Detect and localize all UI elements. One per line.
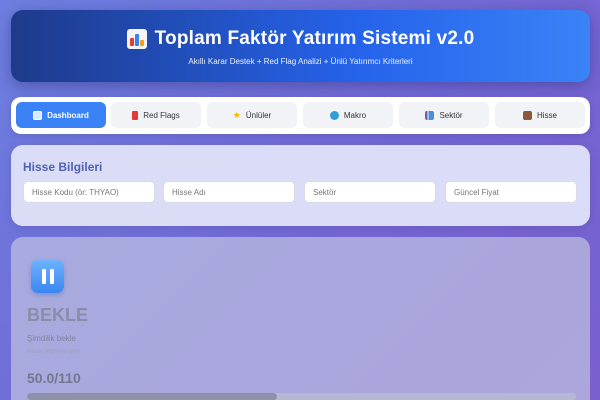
score-value: 50.0/110 — [27, 370, 81, 386]
stock-info-title: Hisse Bilgileri — [23, 160, 103, 174]
app-subtitle: Akıllı Karar Destek + Red Flag Analizi +… — [188, 57, 413, 66]
pause-icon — [31, 260, 64, 293]
tab-dashboard[interactable]: Dashboard — [16, 102, 106, 128]
app-header: Toplam Faktör Yatırım Sistemi v2.0 Akıll… — [11, 10, 590, 82]
tab-label: Ünlüler — [245, 110, 272, 120]
stock-info-panel: Hisse Bilgileri — [11, 145, 590, 226]
stock-code-input[interactable] — [23, 181, 155, 203]
tab-label: Makro — [343, 110, 367, 120]
tab-label: Sektör — [439, 110, 463, 120]
tab-bar: Dashboard Red Flags ★ Ünlüler Makro Sekt… — [11, 97, 590, 134]
decision-hint: Hisse bilgilerini girin — [27, 349, 81, 355]
dashboard-icon — [33, 110, 43, 120]
bar-chart-icon — [126, 29, 147, 49]
decision-card: BEKLE Şimdilik bekle Hisse bilgilerini g… — [11, 237, 590, 400]
tab-makro[interactable]: Makro — [303, 102, 393, 128]
score-progress-bar — [27, 393, 576, 400]
current-price-input[interactable] — [445, 181, 577, 203]
star-icon: ★ — [232, 109, 241, 120]
sector-input[interactable] — [304, 181, 436, 203]
stock-name-input[interactable] — [163, 181, 295, 203]
tab-label: Red Flags — [143, 110, 180, 120]
decision-note: Şimdilik bekle — [27, 334, 76, 343]
score-progress-fill — [27, 393, 277, 400]
app-title: Toplam Faktör Yatırım Sistemi v2.0 — [11, 28, 590, 50]
tab-sektor[interactable]: Sektör — [399, 102, 489, 128]
tab-label: Dashboard — [47, 110, 89, 120]
sector-chart-icon — [425, 110, 435, 120]
globe-icon — [329, 110, 339, 120]
red-flag-icon — [132, 110, 139, 120]
tab-red-flags[interactable]: Red Flags — [111, 102, 201, 128]
tab-label: Hisse — [536, 110, 557, 120]
tab-hisse[interactable]: Hisse — [495, 102, 585, 128]
tab-unluler[interactable]: ★ Ünlüler — [207, 102, 297, 128]
briefcase-icon — [522, 110, 532, 120]
decision-label: BEKLE — [27, 305, 89, 325]
app-title-text: Toplam Faktör Yatırım Sistemi v2.0 — [154, 28, 475, 49]
